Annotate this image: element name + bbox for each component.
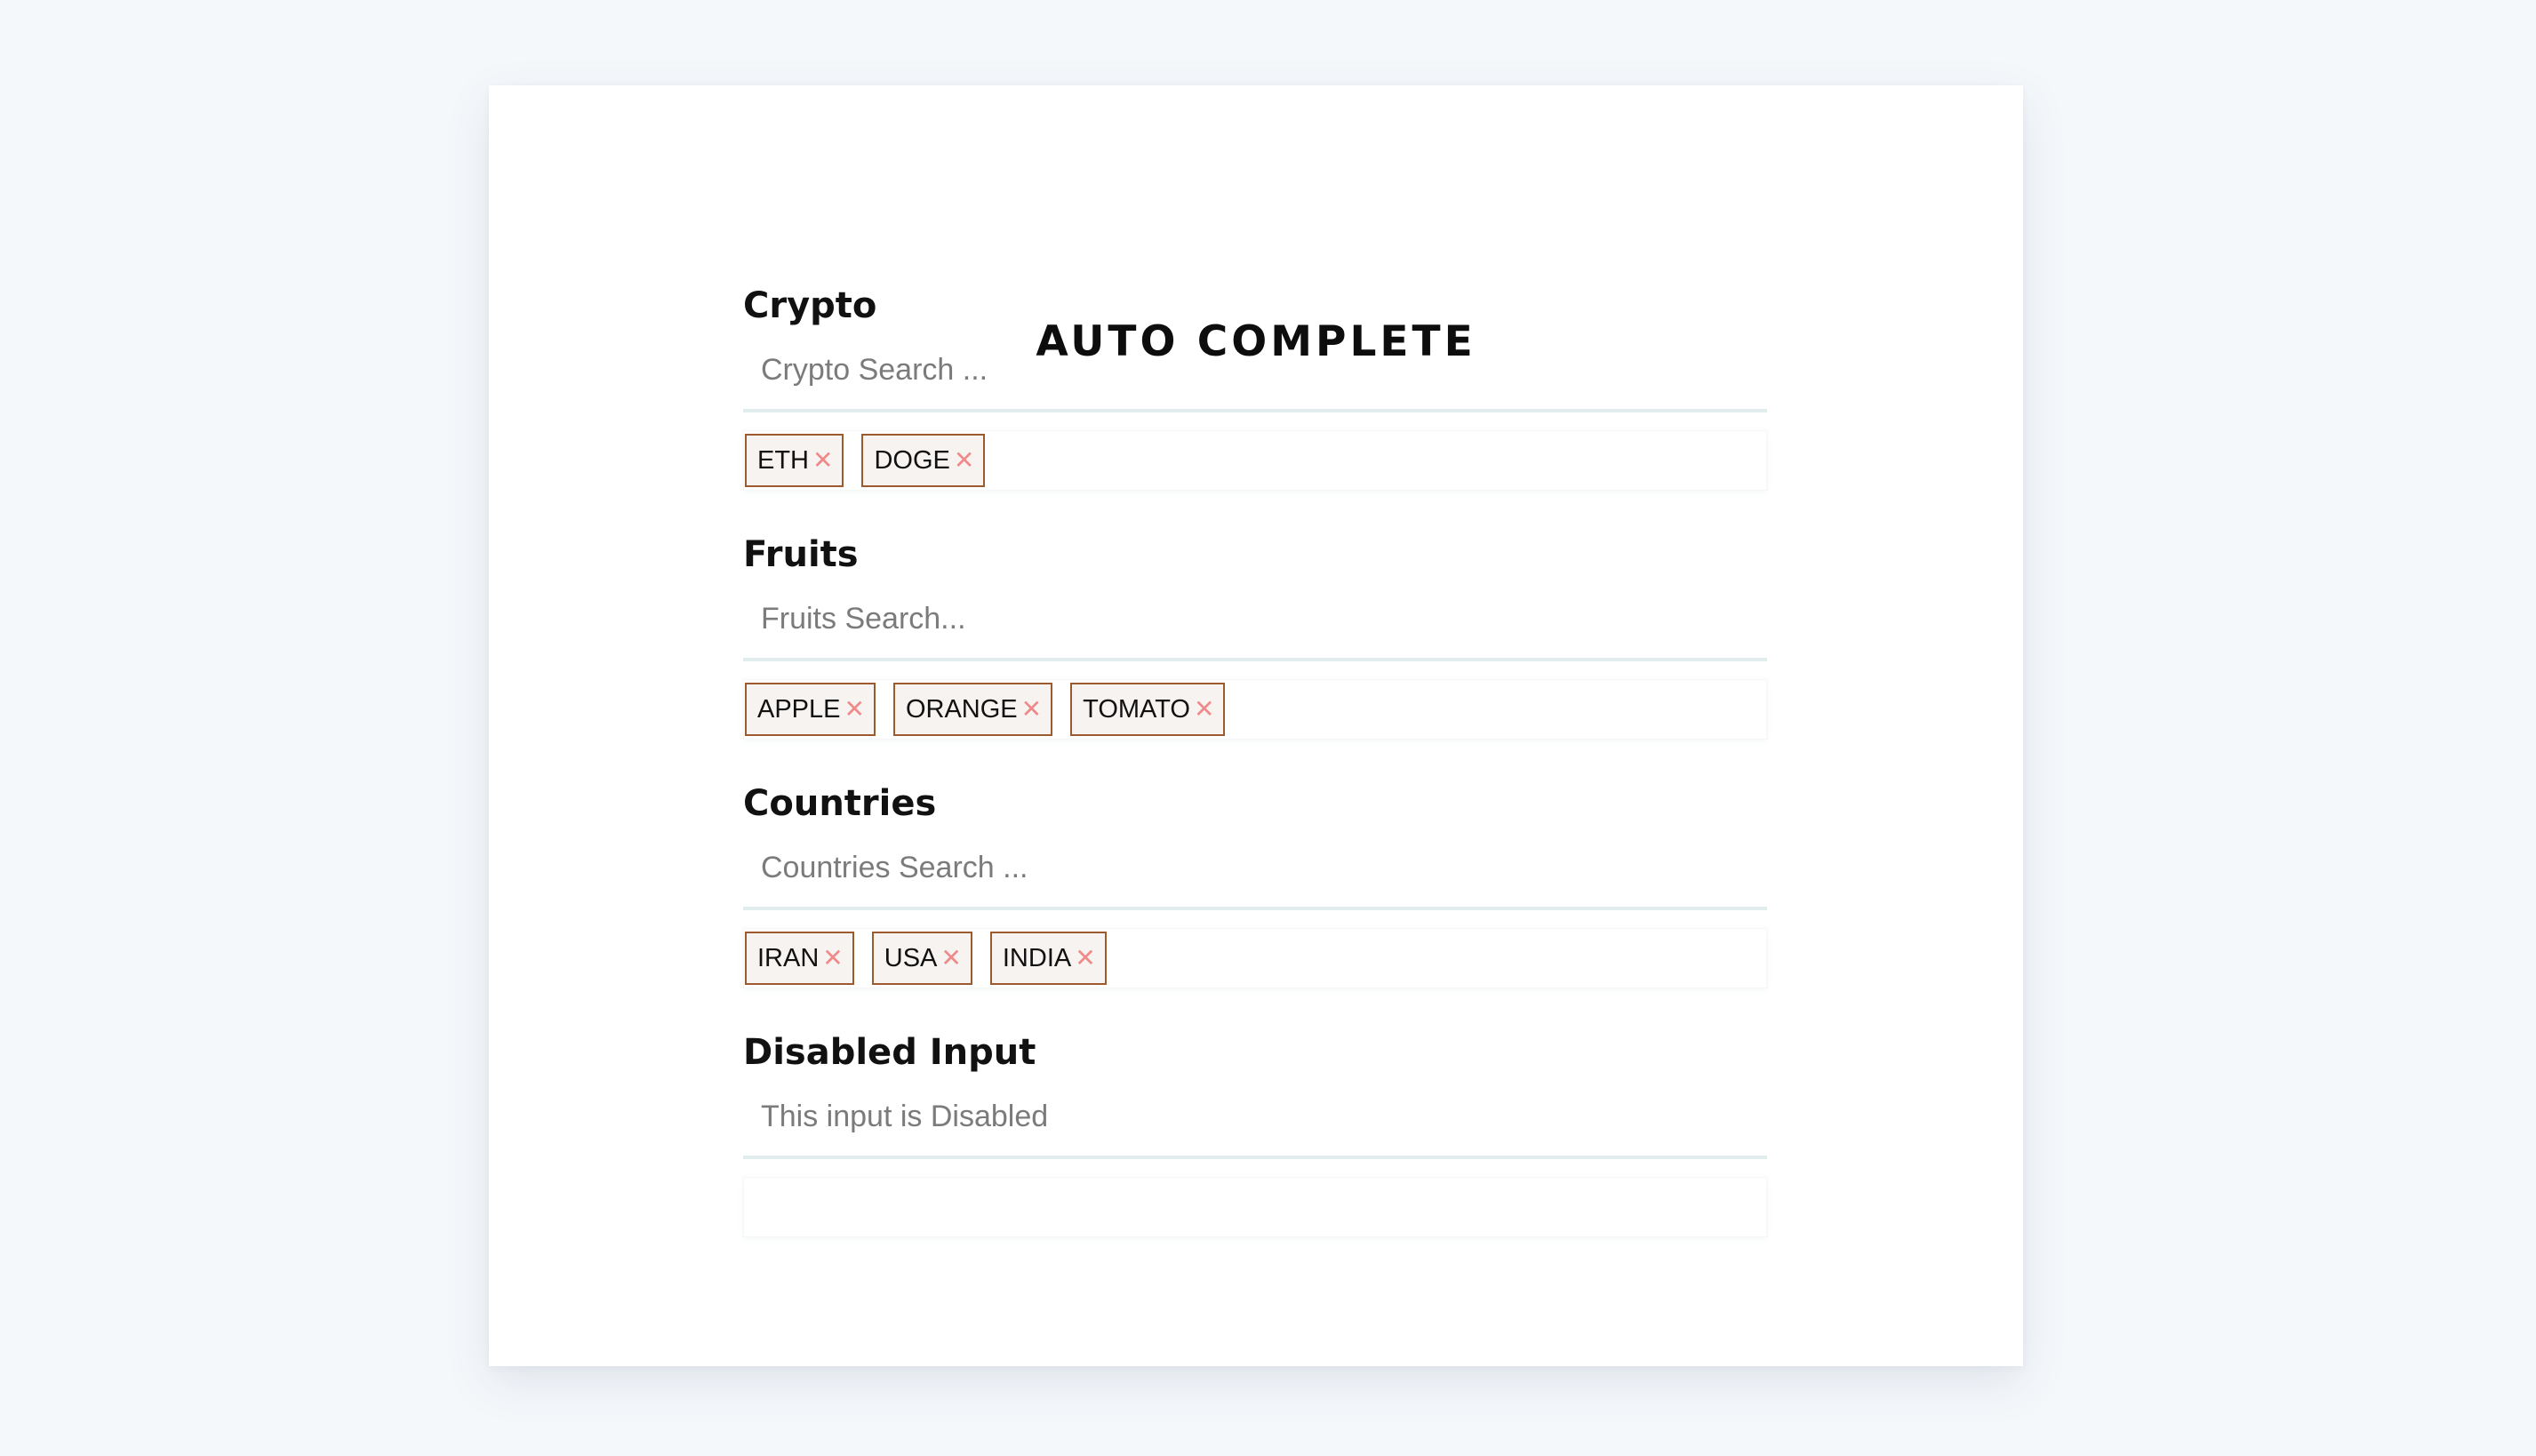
chip-eth[interactable]: ETH ✕ (745, 434, 844, 487)
fruits-chip-list: APPLE ✕ ORANGE ✕ TOMATO ✕ (743, 679, 1767, 740)
chip-label: IRAN (757, 943, 820, 972)
chip-apple[interactable]: APPLE ✕ (745, 683, 876, 736)
chip-label: USA (884, 943, 938, 972)
fruits-label: Fruits (743, 534, 859, 575)
chip-iran[interactable]: IRAN ✕ (745, 932, 854, 985)
close-icon[interactable]: ✕ (1021, 697, 1042, 722)
close-icon[interactable]: ✕ (844, 697, 865, 722)
chip-label: TOMATO (1083, 694, 1190, 724)
close-icon[interactable]: ✕ (1194, 697, 1214, 722)
close-icon[interactable]: ✕ (1075, 946, 1095, 971)
crypto-chip-list: ETH ✕ DOGE ✕ (743, 430, 1767, 491)
countries-chip-list: IRAN ✕ USA ✕ INDIA ✕ (743, 928, 1767, 988)
chip-label: ETH (757, 445, 809, 475)
chip-india[interactable]: INDIA ✕ (989, 932, 1107, 985)
countries-label: Countries (743, 783, 937, 824)
crypto-search-input[interactable] (743, 331, 1767, 412)
chip-usa[interactable]: USA ✕ (871, 932, 972, 985)
disabled-search-input (743, 1077, 1767, 1159)
chip-tomato[interactable]: TOMATO ✕ (1070, 683, 1226, 736)
countries-search-input[interactable] (743, 828, 1767, 910)
chip-label: ORANGE (905, 694, 1018, 724)
close-icon[interactable]: ✕ (812, 448, 833, 473)
chip-doge[interactable]: DOGE ✕ (861, 434, 986, 487)
disabled-chip-list (743, 1177, 1767, 1237)
chip-orange[interactable]: ORANGE ✕ (892, 683, 1053, 736)
chip-label: INDIA (1002, 943, 1072, 972)
close-icon[interactable]: ✕ (940, 946, 961, 971)
close-icon[interactable]: ✕ (954, 448, 974, 473)
crypto-section: Crypto ETH ✕ DOGE ✕ (743, 281, 1767, 491)
chip-label: DOGE (874, 445, 950, 475)
disabled-label: Disabled Input (743, 1032, 1036, 1073)
chip-label: APPLE (757, 694, 841, 724)
crypto-label: Crypto (743, 285, 877, 326)
fruits-section: Fruits APPLE ✕ ORANGE ✕ TOMATO ✕ (743, 530, 1767, 740)
close-icon[interactable]: ✕ (822, 946, 843, 971)
fruits-search-input[interactable] (743, 580, 1767, 661)
disabled-section: Disabled Input (743, 1028, 1767, 1237)
countries-section: Countries IRAN ✕ USA ✕ INDIA ✕ (743, 779, 1767, 988)
autocomplete-card: AUTO COMPLETE Crypto ETH ✕ DOGE ✕ Fruits… (489, 85, 2023, 1366)
